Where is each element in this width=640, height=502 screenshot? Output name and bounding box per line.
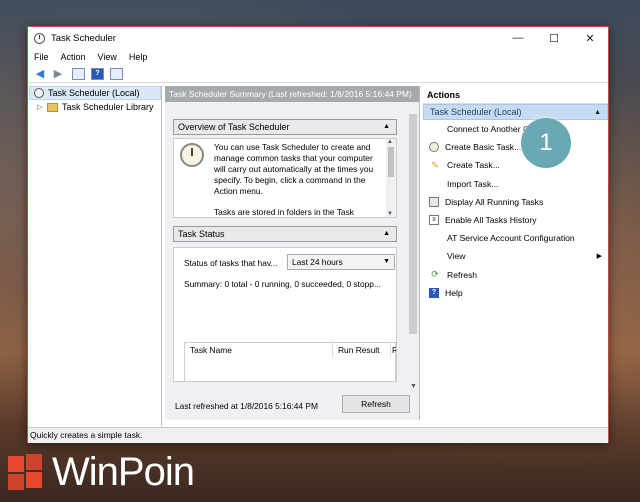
action-label: Enable All Tasks History (445, 215, 537, 226)
actions-header: Actions (423, 86, 608, 104)
task-status-title: Task Status (178, 229, 225, 239)
scroll-down-icon[interactable]: ▼ (410, 383, 417, 390)
scroll-thumb[interactable] (388, 147, 394, 177)
task-status-header[interactable]: Task Status ▲ (173, 226, 397, 242)
submenu-arrow-icon: ▶ (596, 253, 602, 261)
action-label: Refresh (447, 269, 478, 280)
collapse-icon[interactable]: ▲ (383, 123, 390, 130)
help-icon[interactable]: ? (91, 67, 104, 80)
blank-icon (429, 178, 441, 190)
blank-icon (429, 232, 441, 244)
scroll-down-icon[interactable]: ▼ (387, 211, 393, 217)
action-enable-all-tasks-history[interactable]: ≡ Enable All Tasks History (423, 211, 608, 229)
action-at-service-account-configuration[interactable]: AT Service Account Configuration (423, 229, 608, 247)
action-label: Help (445, 287, 463, 298)
menu-bar: File Action View Help (28, 49, 608, 65)
action-label: AT Service Account Configuration (447, 233, 575, 244)
watermark-text: WinPoin (52, 449, 195, 494)
menu-help[interactable]: Help (129, 52, 148, 62)
tree-item-label: Task Scheduler Library (62, 102, 154, 112)
tree-item-library[interactable]: ▷ Task Scheduler Library (29, 100, 161, 114)
back-arrow-icon[interactable]: ◀ (32, 67, 48, 81)
help-icon: ? (429, 287, 439, 298)
overview-title: Overview of Task Scheduler (178, 122, 290, 132)
windows-logo-icon (8, 454, 44, 490)
refresh-icon: ⟳ (431, 269, 439, 280)
action-create-basic-task[interactable]: Create Basic Task... (423, 138, 608, 156)
history-icon: ≡ (429, 215, 439, 226)
task-wizard-icon (429, 142, 439, 153)
status-summary: Summary: 0 total - 0 running, 0 succeede… (184, 279, 381, 289)
overview-text-2: Tasks are stored in folders in the Task (214, 207, 354, 217)
status-period-select[interactable]: Last 24 hours ▼ (287, 254, 395, 270)
overview-body: You can use Task Scheduler to create and… (173, 138, 397, 218)
show-hide-action-pane-icon[interactable] (110, 67, 123, 80)
overview-header[interactable]: Overview of Task Scheduler ▲ (173, 119, 397, 135)
status-filter-label: Status of tasks that hav... (184, 258, 278, 268)
actions-pane: Actions Task Scheduler (Local) ▲ Connect… (423, 86, 608, 425)
tree-item-local[interactable]: Task Scheduler (Local) (29, 86, 161, 100)
action-refresh[interactable]: ⟳ Refresh (423, 266, 608, 284)
watermark: WinPoin (8, 449, 195, 494)
menu-file[interactable]: File (34, 52, 49, 62)
summary-scrollbar[interactable]: ▼ (407, 104, 419, 392)
forward-arrow-icon[interactable]: ▶ (50, 67, 66, 81)
status-bar: Quickly creates a simple task. (28, 427, 608, 443)
action-display-all-running-tasks[interactable]: Display All Running Tasks (423, 193, 608, 211)
action-label: View (447, 251, 466, 262)
blank-icon (429, 250, 441, 262)
clock-icon (34, 32, 45, 44)
close-button[interactable]: ✕ (572, 27, 608, 49)
task-scheduler-clock-icon (180, 143, 204, 167)
collapse-icon[interactable]: ▲ (594, 109, 601, 116)
column-header-truncated[interactable]: R (391, 343, 396, 357)
menu-action[interactable]: Action (61, 52, 86, 62)
summary-pane: Task Scheduler Summary (Last refreshed: … (165, 86, 420, 420)
action-label: Display All Running Tasks (445, 196, 544, 207)
maximize-button[interactable]: ☐ (536, 27, 572, 49)
console-tree: Task Scheduler (Local) ▷ Task Scheduler … (29, 86, 162, 426)
clock-icon (34, 88, 44, 98)
actions-group-header[interactable]: Task Scheduler (Local) ▲ (423, 104, 608, 120)
action-create-task[interactable]: ✎ Create Task... (423, 156, 608, 174)
collapse-icon[interactable]: ▲ (383, 230, 390, 237)
action-view[interactable]: View ▶ (423, 247, 608, 265)
folder-icon (47, 102, 58, 112)
title-bar: Task Scheduler — ☐ ✕ (28, 27, 608, 49)
chevron-down-icon: ▼ (383, 258, 390, 265)
task-status-body: Status of tasks that hav... Last 24 hour… (173, 247, 397, 382)
running-tasks-icon (429, 196, 439, 207)
scroll-thumb[interactable] (409, 114, 417, 334)
menu-view[interactable]: View (98, 52, 117, 62)
refresh-bar: Last refreshed at 1/8/2016 5:16:44 PM Re… (165, 391, 419, 419)
refresh-button[interactable]: Refresh (342, 395, 410, 413)
new-task-icon: ✎ (431, 159, 439, 170)
select-value: Last 24 hours (292, 257, 343, 267)
action-connect-to-another-computer[interactable]: Connect to Another Computer... (423, 120, 608, 138)
toolbar: ◀ ▶ ? (28, 65, 608, 83)
summary-title-bar: Task Scheduler Summary (Last refreshed: … (165, 86, 419, 102)
overview-text: You can use Task Scheduler to create and… (214, 142, 374, 196)
action-label: Create Basic Task... (445, 142, 522, 153)
action-label: Create Task... (447, 160, 500, 171)
column-header-task-name[interactable]: Task Name (185, 343, 333, 357)
overview-scrollbar[interactable]: ▲ ▼ (386, 139, 396, 217)
show-hide-console-tree-icon[interactable] (72, 67, 85, 80)
blank-icon (429, 123, 441, 135)
task-scheduler-window: Task Scheduler — ☐ ✕ File Action View He… (27, 26, 609, 443)
action-label: Import Task... (447, 178, 499, 189)
tree-item-label: Task Scheduler (Local) (48, 88, 140, 98)
column-header-run-result[interactable]: Run Result (333, 343, 391, 357)
actions-group-label: Task Scheduler (Local) (430, 107, 522, 117)
step-number-badge: 1 (521, 118, 571, 168)
expand-icon[interactable]: ▷ (37, 103, 45, 111)
scroll-up-icon[interactable]: ▲ (387, 139, 393, 145)
minimize-button[interactable]: — (500, 27, 536, 49)
action-help[interactable]: ? Help (423, 284, 608, 302)
window-title: Task Scheduler (51, 32, 116, 44)
task-status-table: Task Name Run Result R (184, 342, 396, 381)
action-import-task[interactable]: Import Task... (423, 175, 608, 193)
last-refreshed-text: Last refreshed at 1/8/2016 5:16:44 PM (175, 401, 318, 411)
